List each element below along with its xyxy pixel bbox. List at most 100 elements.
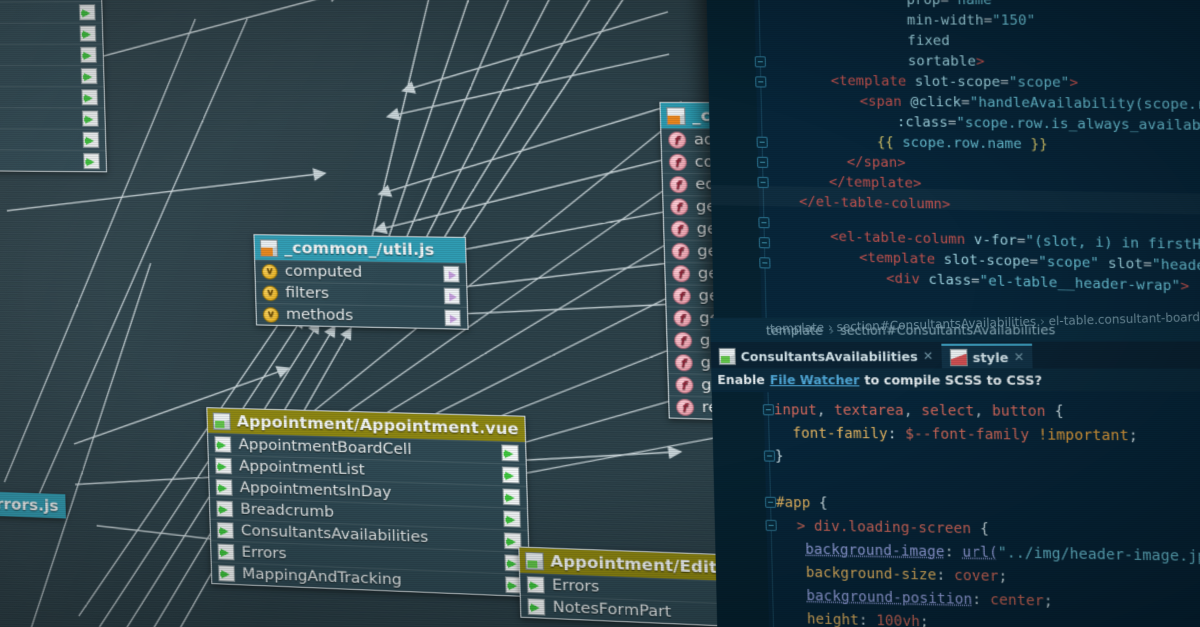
fold-marker[interactable] bbox=[755, 56, 766, 67]
fold-marker[interactable] bbox=[763, 404, 774, 415]
code-line[interactable]: height: 100vh; bbox=[807, 611, 929, 627]
vue-property-icon: v bbox=[263, 307, 279, 323]
import-arrow-icon[interactable] bbox=[502, 466, 520, 483]
code-line[interactable]: <div class="el-table__header-wrap"> bbox=[886, 270, 1190, 294]
enable-file-watcher-link[interactable]: File Watcher bbox=[770, 372, 860, 387]
fold-marker[interactable] bbox=[758, 217, 769, 228]
diagram-node-common-util[interactable]: _common_/util.js v computed v filters v … bbox=[253, 234, 468, 330]
fold-marker[interactable] bbox=[757, 137, 768, 148]
fold-marker[interactable] bbox=[765, 520, 776, 531]
code-line[interactable]: min-width="150" bbox=[907, 12, 1036, 29]
member-label: methods bbox=[286, 306, 437, 326]
code-line[interactable]: prop="name" bbox=[906, 0, 1000, 8]
function-icon: f bbox=[675, 354, 693, 371]
editor-gutter bbox=[712, 392, 770, 627]
code-line[interactable]: {{ scope.row.name }} bbox=[877, 134, 1048, 153]
import-arrow-icon[interactable] bbox=[80, 25, 97, 41]
code-line[interactable]: fixed bbox=[907, 33, 950, 49]
fold-marker[interactable] bbox=[757, 177, 768, 188]
list-item[interactable]: entsAutocomplete bbox=[0, 86, 104, 108]
code-line[interactable]: </template> bbox=[829, 174, 922, 192]
list-item[interactable]: s bbox=[0, 44, 103, 65]
fold-marker[interactable] bbox=[765, 497, 776, 508]
code-line[interactable]: > div.loading-screen { bbox=[797, 518, 990, 537]
screenshot-root: tmentStatusList tantsAutocomplete Autoco… bbox=[0, 0, 1200, 627]
close-icon[interactable]: ✕ bbox=[923, 349, 934, 363]
import-arrow-icon[interactable] bbox=[503, 510, 521, 527]
list-item[interactable]: tantsAutocomplete bbox=[0, 1, 102, 23]
list-item[interactable]: Autocomplete bbox=[0, 22, 102, 44]
code-line[interactable]: background-image: url("../img/header-ima… bbox=[805, 542, 1200, 566]
member-label: Autocomplete bbox=[0, 26, 73, 43]
fold-marker[interactable] bbox=[757, 157, 768, 168]
code-line[interactable]: <template slot-scope="scope"> bbox=[831, 73, 1079, 91]
import-arrow-icon[interactable] bbox=[81, 68, 98, 84]
member-label bbox=[0, 159, 76, 161]
list-item[interactable]: tions bbox=[0, 107, 105, 129]
vue-file-icon bbox=[213, 412, 231, 430]
code-line[interactable]: background-size: cover; bbox=[806, 565, 1008, 585]
breadcrumb-item[interactable]: template bbox=[770, 321, 825, 337]
tab-label: style bbox=[972, 349, 1008, 364]
code-line[interactable]: <span @click="handleAvailability(scope.r… bbox=[859, 93, 1200, 113]
node-title[interactable]: _common_/util.js bbox=[254, 235, 465, 263]
line-number: 16 bbox=[1179, 404, 1200, 420]
tab-label: ConsultantsAvailabilities bbox=[741, 348, 918, 363]
code-line[interactable]: sortable> bbox=[908, 53, 985, 70]
tab-consultants-availabilities[interactable]: ConsultantsAvailabilities ✕ bbox=[711, 344, 942, 369]
member-label: tocomplete bbox=[0, 68, 74, 84]
fold-marker[interactable] bbox=[764, 450, 775, 461]
line-number: 17 bbox=[1180, 428, 1200, 444]
member-label: filters bbox=[285, 285, 436, 304]
import-arrow-icon[interactable] bbox=[501, 444, 519, 461]
export-arrow-icon[interactable] bbox=[444, 309, 461, 326]
editor-tab-bar[interactable]: ConsultantsAvailabilities ✕ style ✕ bbox=[711, 341, 1200, 368]
import-arrow-icon[interactable] bbox=[83, 132, 100, 148]
editor-pane-style[interactable]: template › section#ConsultantsAvailabili… bbox=[710, 316, 1200, 627]
import-arrow-icon[interactable] bbox=[82, 110, 99, 126]
function-icon: f bbox=[668, 132, 686, 149]
fold-marker[interactable] bbox=[755, 76, 766, 87]
code-fold-bar bbox=[768, 392, 777, 627]
import-arrow-icon[interactable] bbox=[83, 153, 100, 169]
code-line[interactable]: font-family: $--font-family !important; bbox=[792, 426, 1138, 445]
code-line[interactable]: } bbox=[775, 449, 784, 465]
scss-file-icon bbox=[950, 348, 968, 365]
member-label: tantsAutocomplete bbox=[0, 4, 72, 21]
import-arrow-icon[interactable] bbox=[502, 488, 520, 505]
export-arrow-icon[interactable] bbox=[443, 266, 460, 283]
list-item[interactable]: v methods bbox=[256, 303, 467, 329]
vue-property-icon: v bbox=[262, 263, 278, 279]
node-title-label: common_/Errors.js bbox=[0, 492, 59, 516]
diagram-node-partial-left[interactable]: tmentStatusList tantsAutocomplete Autoco… bbox=[0, 0, 107, 172]
function-icon: f bbox=[670, 198, 688, 215]
close-icon[interactable]: ✕ bbox=[1014, 350, 1025, 364]
function-icon: f bbox=[671, 243, 689, 260]
fold-marker[interactable] bbox=[759, 237, 770, 248]
code-line[interactable]: background-position: center; bbox=[806, 588, 1053, 610]
list-item[interactable]: tocomplete bbox=[0, 65, 104, 86]
function-icon: f bbox=[673, 310, 691, 327]
import-arrow-icon[interactable] bbox=[80, 47, 97, 63]
code-line[interactable]: </span> bbox=[847, 154, 906, 171]
list-item[interactable]: e bbox=[0, 127, 105, 150]
fold-marker[interactable] bbox=[759, 257, 770, 268]
function-icon: f bbox=[673, 287, 691, 304]
export-arrow-icon[interactable] bbox=[444, 288, 461, 305]
import-arrow-icon[interactable] bbox=[79, 4, 96, 20]
diagram-node-appointment-vue[interactable]: Appointment/Appointment.vue AppointmentB… bbox=[206, 407, 530, 597]
code-line[interactable]: input, textarea, select, button { bbox=[774, 402, 1064, 420]
list-item[interactable] bbox=[0, 148, 106, 171]
import-arrow-icon[interactable] bbox=[81, 89, 98, 105]
code-line[interactable]: #app { bbox=[776, 495, 828, 512]
line-number: 23 bbox=[1184, 572, 1200, 589]
member-label: e bbox=[0, 130, 76, 147]
import-arrow-icon bbox=[214, 436, 231, 453]
import-arrow-icon bbox=[216, 479, 233, 496]
code-line[interactable]: </el-table-column> bbox=[799, 194, 951, 213]
code-line[interactable]: :class="scope.row.is_always_available ? … bbox=[897, 114, 1200, 136]
current-line-highlight bbox=[711, 185, 1200, 216]
vue-file-icon bbox=[719, 347, 736, 364]
tab-style[interactable]: style ✕ bbox=[941, 344, 1033, 369]
file-watcher-notification[interactable]: Enable File Watcher to compile SCSS to C… bbox=[711, 368, 1200, 392]
